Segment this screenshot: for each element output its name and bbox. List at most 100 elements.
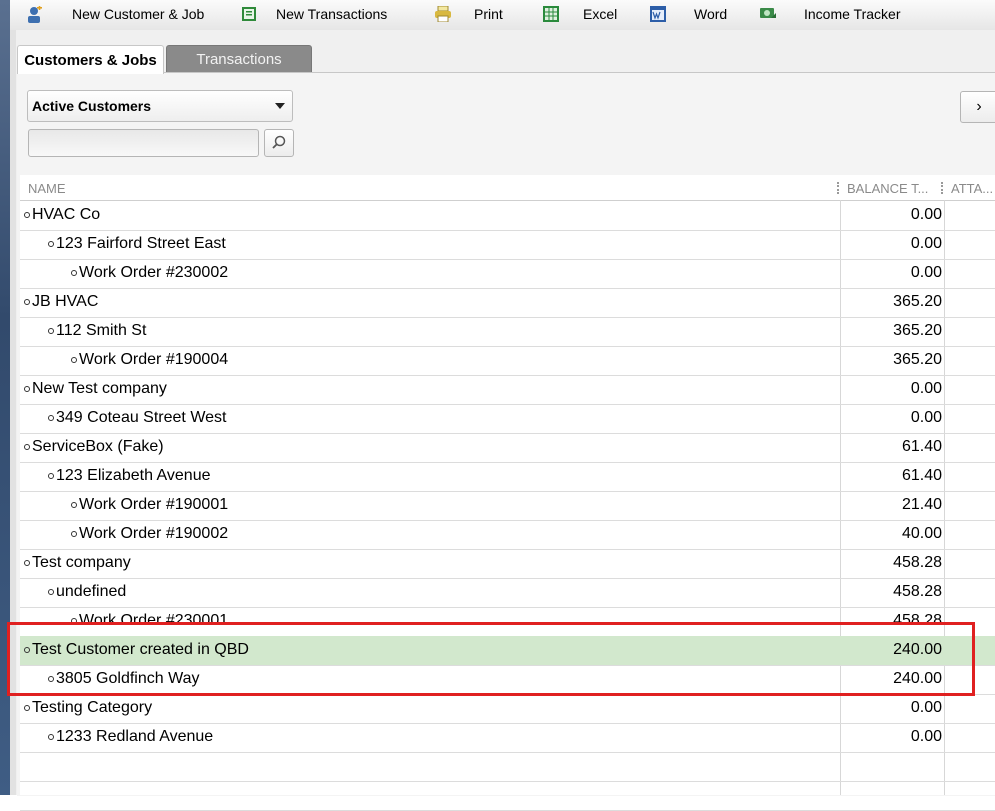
row-name-text: Work Order #190002 xyxy=(79,525,229,542)
table-row[interactable]: Test company 458.28 xyxy=(20,549,995,579)
row-balance: 21.40 xyxy=(901,496,942,513)
income-tracker-label: Income Tracker xyxy=(804,6,901,22)
row-balance: 61.40 xyxy=(901,438,942,455)
word-button[interactable]: Word xyxy=(650,0,727,28)
row-name-text: 112 Smith St xyxy=(56,322,147,339)
excel-icon xyxy=(543,6,559,22)
empty-row xyxy=(20,781,995,811)
row-name: undefined xyxy=(48,583,126,601)
search-input[interactable] xyxy=(28,129,259,157)
table-row[interactable]: 123 Fairford Street East 0.00 xyxy=(20,230,995,260)
row-name-text: Work Order #230002 xyxy=(79,264,229,281)
row-name: JB HVAC xyxy=(24,293,98,311)
table-row[interactable]: 1233 Redland Avenue 0.00 xyxy=(20,723,995,753)
row-balance: 0.00 xyxy=(910,264,942,281)
excel-button[interactable]: Excel xyxy=(543,0,617,28)
row-name: Work Order #190002 xyxy=(71,525,228,543)
table-header: NAME BALANCE T... ATTA... xyxy=(20,175,995,201)
tree-bullet-icon xyxy=(48,240,54,247)
table-row[interactable]: Work Order #190004 365.20 xyxy=(20,346,995,376)
row-balance: 365.20 xyxy=(893,351,942,368)
new-customer-job-label: New Customer & Job xyxy=(72,6,205,22)
new-transactions-icon xyxy=(241,6,257,22)
table-row[interactable]: HVAC Co 0.00 xyxy=(20,201,995,231)
table-row[interactable]: Work Order #190001 21.40 xyxy=(20,491,995,521)
table-row[interactable]: undefined 458.28 xyxy=(20,578,995,608)
tree-bullet-icon xyxy=(71,269,77,276)
row-name-text: HVAC Co xyxy=(32,206,101,223)
tab-transactions[interactable]: Transactions xyxy=(166,45,312,74)
row-balance: 0.00 xyxy=(910,380,942,397)
new-transactions-button[interactable]: New Transactions xyxy=(241,0,387,28)
toolbar: New Customer & Job New Transactions Prin… xyxy=(10,0,995,31)
row-balance: 0.00 xyxy=(910,728,942,745)
row-name: Work Order #230002 xyxy=(71,264,228,282)
tree-bullet-icon xyxy=(71,501,77,508)
tree-bullet-icon xyxy=(24,211,30,218)
column-resize-handle[interactable] xyxy=(941,182,945,194)
word-label: Word xyxy=(694,6,728,22)
word-icon xyxy=(650,6,666,22)
row-balance: 458.28 xyxy=(893,583,942,600)
column-header-attach[interactable]: ATTA... xyxy=(951,181,993,196)
table-row[interactable]: 349 Coteau Street West 0.00 xyxy=(20,404,995,434)
tree-bullet-icon xyxy=(24,385,30,392)
tree-bullet-icon xyxy=(71,530,77,537)
row-name-text: 123 Elizabeth Avenue xyxy=(56,467,211,484)
table-row[interactable]: JB HVAC 365.20 xyxy=(20,288,995,318)
tree-bullet-icon xyxy=(71,356,77,363)
search-icon xyxy=(272,135,286,149)
income-tracker-icon xyxy=(760,6,776,22)
column-header-name[interactable]: NAME xyxy=(28,181,66,196)
row-name-text: JB HVAC xyxy=(32,293,99,310)
row-balance: 365.20 xyxy=(893,293,942,310)
tree-bullet-icon xyxy=(48,472,54,479)
table-row[interactable]: Testing Category 0.00 xyxy=(20,694,995,724)
tree-bullet-icon xyxy=(24,559,30,566)
table-row[interactable]: Work Order #190002 40.00 xyxy=(20,520,995,550)
tree-bullet-icon xyxy=(48,733,54,740)
chevron-down-icon xyxy=(275,103,285,109)
table-row[interactable]: Work Order #230002 0.00 xyxy=(20,259,995,289)
column-resize-handle[interactable] xyxy=(837,182,841,194)
row-name: New Test company xyxy=(24,380,167,398)
table-row[interactable]: New Test company 0.00 xyxy=(20,375,995,405)
column-header-balance[interactable]: BALANCE T... xyxy=(847,181,928,196)
income-tracker-button[interactable]: Income Tracker xyxy=(760,0,900,28)
tree-bullet-icon xyxy=(24,443,30,450)
tab-customers-jobs[interactable]: Customers & Jobs xyxy=(17,45,164,74)
row-name-text: Testing Category xyxy=(32,699,153,716)
search-button[interactable] xyxy=(264,129,294,157)
tree-bullet-icon xyxy=(48,327,54,334)
tree-bullet-icon xyxy=(48,588,54,595)
customer-filter-value: Active Customers xyxy=(32,98,152,114)
new-customer-job-button[interactable]: New Customer & Job xyxy=(25,0,204,28)
row-name: 123 Elizabeth Avenue xyxy=(48,467,211,485)
new-transactions-label: New Transactions xyxy=(276,6,388,22)
print-button[interactable]: Print xyxy=(434,0,503,28)
row-name-text: Test company xyxy=(32,554,131,571)
row-name: ServiceBox (Fake) xyxy=(24,438,164,456)
tree-bullet-icon xyxy=(24,298,30,305)
empty-row xyxy=(20,752,995,782)
table-row[interactable]: 112 Smith St 365.20 xyxy=(20,317,995,347)
row-name-text: 123 Fairford Street East xyxy=(56,235,226,252)
row-name: 1233 Redland Avenue xyxy=(48,728,213,746)
highlight-annotation-box xyxy=(7,622,975,696)
expand-panel-button[interactable]: › xyxy=(960,91,995,123)
table-row[interactable]: ServiceBox (Fake) 61.40 xyxy=(20,433,995,463)
row-name: Testing Category xyxy=(24,699,152,717)
row-balance: 0.00 xyxy=(910,409,942,426)
customer-list-table: NAME BALANCE T... ATTA... HVAC Co 0.00 123… xyxy=(20,175,995,811)
row-balance: 365.20 xyxy=(893,322,942,339)
row-name: 123 Fairford Street East xyxy=(48,235,226,253)
row-name: HVAC Co xyxy=(24,206,100,224)
row-balance: 0.00 xyxy=(910,235,942,252)
row-name-text: undefined xyxy=(56,583,127,600)
chevron-right-icon: › xyxy=(976,98,982,115)
customer-filter-select[interactable]: Active Customers xyxy=(27,90,293,122)
table-row[interactable]: 123 Elizabeth Avenue 61.40 xyxy=(20,462,995,492)
print-icon xyxy=(434,5,451,23)
print-label: Print xyxy=(474,6,503,22)
row-name: 349 Coteau Street West xyxy=(48,409,226,427)
